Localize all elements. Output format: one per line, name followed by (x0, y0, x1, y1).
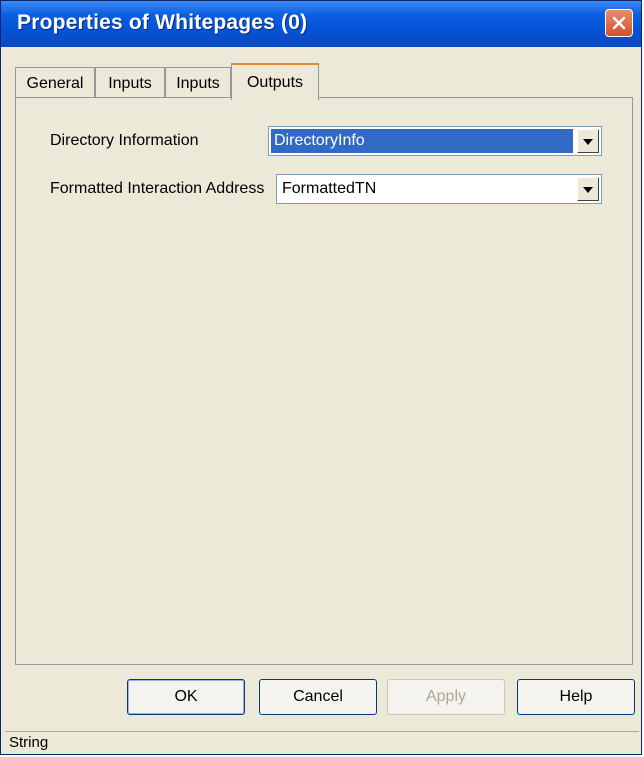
ok-button[interactable]: OK (127, 679, 245, 715)
outputs-panel: Directory Information DirectoryInfo Form… (15, 97, 633, 665)
tab-inputs-2[interactable]: Inputs (165, 67, 231, 99)
title-bar[interactable]: Properties of Whitepages (0) (1, 1, 641, 47)
help-button[interactable]: Help (517, 679, 635, 715)
apply-button[interactable]: Apply (387, 679, 505, 715)
chevron-down-icon (583, 180, 593, 198)
directory-information-select[interactable]: DirectoryInfo (268, 126, 602, 156)
close-icon (612, 16, 626, 30)
directory-information-label: Directory Information (50, 132, 199, 149)
properties-dialog: Properties of Whitepages (0) General Inp… (0, 0, 642, 755)
tab-inputs-1[interactable]: Inputs (95, 67, 165, 99)
chevron-down-icon (583, 132, 593, 150)
cancel-button[interactable]: Cancel (259, 679, 377, 715)
directory-information-dropdown-button[interactable] (577, 129, 599, 153)
status-text: String (9, 734, 49, 751)
status-bar: String (5, 731, 639, 753)
close-button[interactable] (605, 9, 633, 37)
window-title: Properties of Whitepages (0) (17, 11, 308, 34)
tab-general[interactable]: General (15, 67, 95, 99)
directory-information-value: DirectoryInfo (271, 129, 573, 153)
formatted-interaction-address-value: FormattedTN (282, 180, 377, 197)
formatted-interaction-address-select[interactable]: FormattedTN (276, 174, 602, 204)
formatted-interaction-address-dropdown-button[interactable] (577, 177, 599, 201)
formatted-interaction-address-label: Formatted Interaction Address (50, 180, 265, 197)
tab-outputs[interactable]: Outputs (231, 63, 319, 100)
